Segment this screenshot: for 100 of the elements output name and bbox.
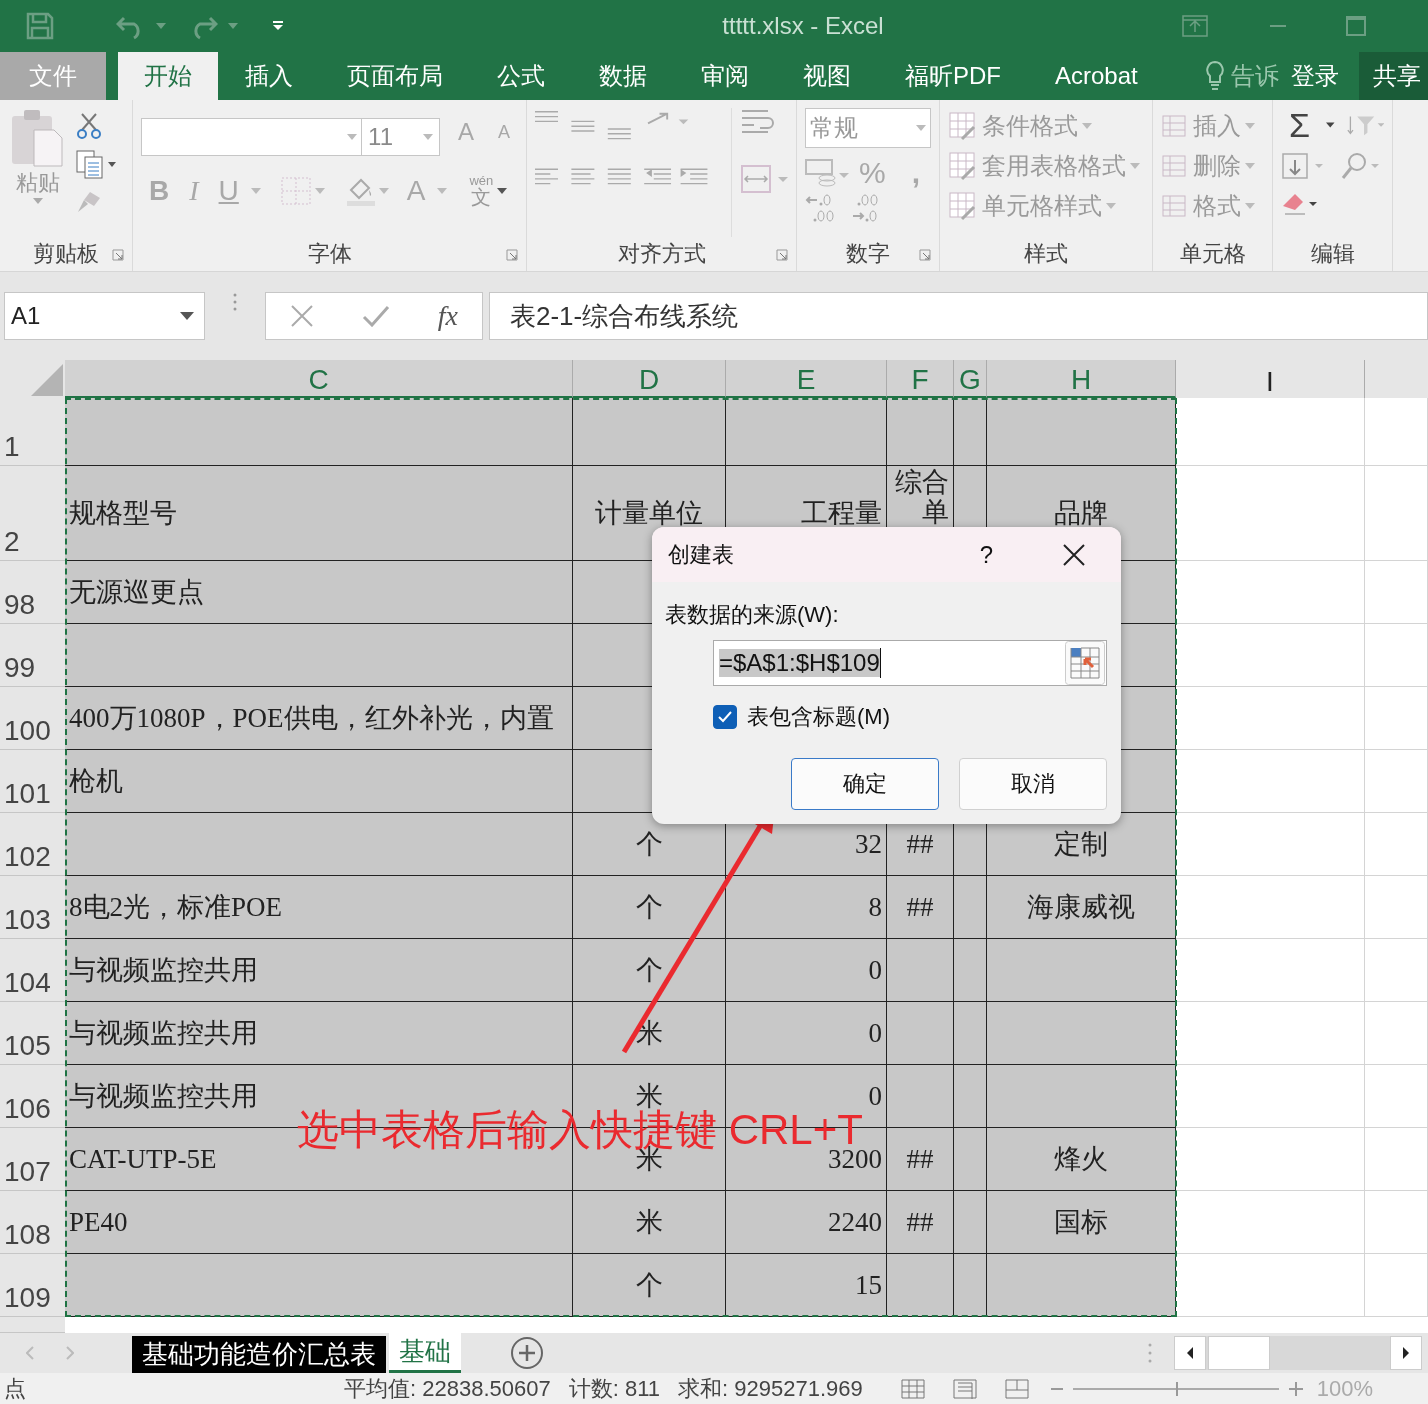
clipboard-icon xyxy=(10,108,66,168)
table-cell: 8电2光，标准POE xyxy=(65,876,573,939)
range-input-field[interactable]: =$A$1:$H$109 xyxy=(713,640,1107,686)
currency-icon[interactable] xyxy=(805,159,849,187)
save-icon[interactable] xyxy=(26,12,54,40)
ribbon-tab[interactable]: 插入 xyxy=(218,52,320,100)
dialog-launcher-icon[interactable] xyxy=(506,249,518,261)
ok-button[interactable]: 确定 xyxy=(791,758,939,810)
column-header[interactable]: G xyxy=(954,360,987,398)
lightbulb-icon[interactable] xyxy=(1204,60,1225,92)
customize-icon[interactable] xyxy=(272,21,284,31)
row-header[interactable]: 105 xyxy=(0,1002,65,1065)
scissors-icon[interactable] xyxy=(76,112,102,140)
table-cell xyxy=(1365,939,1428,1002)
scroll-right-icon[interactable] xyxy=(66,1346,74,1360)
dialog-launcher-icon[interactable] xyxy=(776,249,788,261)
scroll-left-icon[interactable] xyxy=(26,1346,34,1360)
left-arrow-icon[interactable] xyxy=(1186,1346,1194,1360)
slider-thumb[interactable] xyxy=(1175,1381,1178,1396)
table-cell: ## xyxy=(887,876,954,939)
table-cell: 与视频监控共用 xyxy=(65,939,573,1002)
row-header[interactable]: 104 xyxy=(0,939,65,1002)
range-select-icon[interactable] xyxy=(1065,641,1105,685)
dialog-launcher-icon[interactable] xyxy=(112,249,124,261)
ribbon-tab[interactable]: 视图 xyxy=(776,52,878,100)
right-arrow-icon[interactable] xyxy=(1402,1346,1410,1360)
ribbon-tab[interactable]: 福昕PDF xyxy=(878,52,1028,100)
ribbon-display-icon[interactable] xyxy=(1182,15,1208,37)
insert-function-button[interactable]: fx xyxy=(437,300,458,332)
column-header[interactable]: D xyxy=(573,360,726,398)
ribbon-tab[interactable]: 公式 xyxy=(470,52,572,100)
table-cell xyxy=(954,1191,987,1254)
maximize-icon[interactable] xyxy=(1346,16,1366,36)
horizontal-scrollbar[interactable] xyxy=(1174,1336,1422,1370)
caret-icon[interactable] xyxy=(1326,122,1335,128)
search-icon[interactable] xyxy=(1341,152,1381,180)
ribbon-tab[interactable]: 开始 xyxy=(118,52,218,100)
column-header[interactable]: F xyxy=(887,360,954,398)
normal-view-icon[interactable] xyxy=(900,1378,925,1399)
row-header[interactable]: 99 xyxy=(0,624,65,687)
row-header[interactable]: 1 xyxy=(0,398,65,466)
minimize-icon[interactable] xyxy=(1270,24,1286,28)
cancel-icon[interactable] xyxy=(289,304,314,328)
borders-icon[interactable] xyxy=(280,176,311,205)
table-cell: 0 xyxy=(726,1002,887,1065)
table-cell xyxy=(1365,1191,1428,1254)
caret-icon[interactable] xyxy=(497,187,508,194)
column-header[interactable]: H xyxy=(987,360,1176,398)
fill-down-icon[interactable] xyxy=(1281,152,1325,180)
row-header[interactable]: 108 xyxy=(0,1191,65,1254)
table-cell: 2240 xyxy=(726,1191,887,1254)
sheet-tab[interactable]: 基础 xyxy=(389,1333,461,1373)
font-size-field[interactable]: 11 xyxy=(362,118,440,156)
tell-me-link[interactable]: 告诉 xyxy=(1230,60,1279,92)
row-header[interactable] xyxy=(0,1317,65,1333)
ribbon-tab[interactable]: 审阅 xyxy=(674,52,776,100)
copy-icon[interactable] xyxy=(76,150,118,180)
sheet-tab[interactable]: 基础功能造价汇总表 xyxy=(132,1333,386,1373)
row-header[interactable]: 102 xyxy=(0,813,65,876)
autosum-button[interactable]: Σ xyxy=(1289,108,1311,142)
row-header[interactable]: 106 xyxy=(0,1065,65,1128)
column-header[interactable]: C xyxy=(65,360,573,398)
page-layout-icon[interactable] xyxy=(952,1378,977,1399)
table-cell xyxy=(1365,1002,1428,1065)
caret-icon xyxy=(1130,163,1140,169)
close-icon[interactable] xyxy=(1063,543,1085,566)
ribbon-tab[interactable]: Acrobat xyxy=(1028,52,1165,100)
ribbon-tab[interactable]: 数据 xyxy=(572,52,674,100)
zoom-in-icon[interactable] xyxy=(1288,1381,1303,1396)
table-cell xyxy=(954,876,987,939)
font-name-field[interactable] xyxy=(141,118,363,156)
dialog-launcher-icon[interactable] xyxy=(919,249,931,261)
table-cell xyxy=(1365,624,1428,687)
row-header[interactable]: 2 xyxy=(0,466,65,561)
format-painter-icon[interactable] xyxy=(76,190,102,214)
row-header[interactable]: 100 xyxy=(0,687,65,750)
row-header[interactable]: 101 xyxy=(0,750,65,813)
table-cell: 8 xyxy=(726,876,887,939)
merge-center-icon[interactable] xyxy=(740,164,788,194)
row-header[interactable]: 103 xyxy=(0,876,65,939)
table-cell: PE40 xyxy=(65,1191,573,1254)
column-header[interactable]: E xyxy=(726,360,887,398)
add-sheet-icon[interactable] xyxy=(510,1336,544,1370)
table-cell xyxy=(1365,1065,1428,1128)
sign-in-link[interactable]: 登录 xyxy=(1290,60,1339,92)
table-cell: 个 xyxy=(573,1254,726,1317)
group-label: 字体 xyxy=(307,240,352,268)
row-header[interactable]: 109 xyxy=(0,1254,65,1317)
row-header[interactable]: 98 xyxy=(0,561,65,624)
formula-field[interactable]: 表2-1-综合布线系统 xyxy=(489,292,1428,340)
share-button[interactable]: 共享 xyxy=(1358,52,1428,100)
page-break-icon[interactable] xyxy=(1004,1378,1029,1399)
caret-icon[interactable] xyxy=(180,312,194,320)
name-box[interactable]: A1 xyxy=(4,292,205,340)
table-cell: 烽火 xyxy=(987,1128,1176,1191)
row-header[interactable]: 107 xyxy=(0,1128,65,1191)
checkmark-icon[interactable] xyxy=(361,305,390,327)
ribbon-tab[interactable]: 页面布局 xyxy=(320,52,470,100)
cancel-button[interactable]: 取消 xyxy=(959,758,1107,810)
checkbox[interactable] xyxy=(713,705,737,729)
